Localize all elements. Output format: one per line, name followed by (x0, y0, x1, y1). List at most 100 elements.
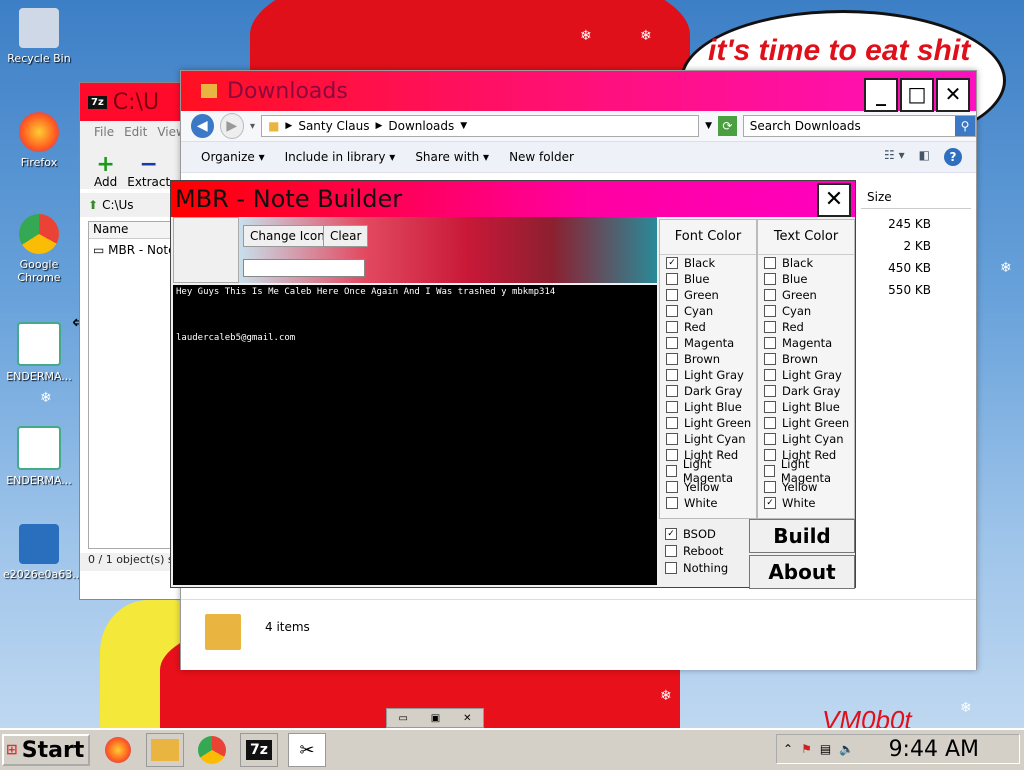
search-icon[interactable]: ⚲ (954, 116, 975, 136)
menu-edit[interactable]: Edit (124, 125, 147, 139)
change-icon-button[interactable]: Change Icon (243, 225, 332, 247)
minimize-button[interactable]: _ (864, 78, 898, 112)
checkbox[interactable] (764, 337, 776, 349)
desktop-icon-recycle-bin[interactable]: Recycle Bin (3, 8, 75, 65)
search-input[interactable]: Search Downloads ⚲ (742, 115, 976, 137)
checkbox[interactable] (764, 417, 776, 429)
checkbox[interactable] (764, 305, 776, 317)
font-color-option[interactable]: Light Magenta (660, 457, 756, 485)
font-color-option[interactable]: Green (660, 287, 756, 303)
checkbox[interactable] (666, 385, 678, 397)
checkbox[interactable] (764, 273, 776, 285)
restore-icon[interactable]: ▣ (431, 713, 440, 724)
checkbox[interactable] (764, 449, 776, 461)
font-color-option[interactable]: ✓ Black (660, 255, 756, 271)
action-option[interactable]: Reboot (659, 542, 747, 559)
help-icon[interactable]: ? (944, 148, 962, 166)
address-bar[interactable]: ■ ▶ Santy Claus ▶ Downloads ▼ (261, 115, 700, 137)
start-button[interactable]: ⊞ Start (2, 734, 90, 766)
text-color-option[interactable]: Magenta (758, 335, 854, 351)
chevron-up-icon[interactable]: ⌃ (783, 742, 793, 756)
font-color-option[interactable]: Dark Gray (660, 383, 756, 399)
up-folder-icon[interactable]: ⬆ (88, 198, 98, 212)
font-color-option[interactable]: Magenta (660, 335, 756, 351)
checkbox[interactable] (666, 465, 677, 477)
checkbox[interactable] (666, 321, 678, 333)
font-color-option[interactable]: Blue (660, 271, 756, 287)
refresh-button[interactable]: ⟳ (717, 116, 737, 136)
desktop-icon-firefox[interactable]: Firefox (3, 112, 75, 169)
checkbox[interactable] (764, 257, 776, 269)
close-icon[interactable]: ✕ (463, 713, 471, 724)
organize-button[interactable]: Organize ▾ (201, 150, 265, 164)
checkbox[interactable] (666, 433, 678, 445)
checkbox[interactable] (764, 401, 776, 413)
icon-path-input[interactable] (243, 259, 365, 277)
font-color-option[interactable]: White (660, 495, 756, 511)
checkbox[interactable] (666, 417, 678, 429)
taskbar-explorer[interactable] (146, 733, 184, 767)
minimize-icon[interactable]: ▭ (398, 713, 407, 724)
explorer-titlebar[interactable]: Downloads _ □ ✕ (181, 71, 976, 112)
checkbox[interactable] (666, 449, 678, 461)
checkbox[interactable] (666, 289, 678, 301)
checkbox[interactable]: ✓ (665, 527, 677, 540)
history-chevron-icon[interactable]: ▾ (250, 121, 255, 132)
checkbox[interactable] (666, 273, 678, 285)
font-color-option[interactable]: Red (660, 319, 756, 335)
clock[interactable]: 9:44 AM (889, 737, 979, 762)
checkbox[interactable] (764, 433, 776, 445)
font-color-option[interactable]: Light Cyan (660, 431, 756, 447)
checkbox[interactable] (764, 321, 776, 333)
text-color-option[interactable]: Dark Gray (758, 383, 854, 399)
text-color-option[interactable]: Cyan (758, 303, 854, 319)
checkbox[interactable] (666, 401, 678, 413)
desktop-icon-enderman-2[interactable]: ENDERMA... (3, 426, 75, 487)
checkbox[interactable] (764, 465, 775, 477)
checkbox[interactable] (665, 561, 677, 574)
checkbox[interactable] (764, 385, 776, 397)
include-in-library-button[interactable]: Include in library ▾ (285, 150, 396, 164)
about-button[interactable]: About (749, 555, 855, 589)
view-options-icon[interactable]: ☷ ▾ (884, 148, 905, 166)
desktop-icon-chrome[interactable]: Google Chrome (3, 214, 75, 284)
column-size[interactable]: Size (861, 184, 971, 209)
address-dropdown-icon[interactable]: ▼ (705, 121, 712, 131)
text-color-option[interactable]: Light Green (758, 415, 854, 431)
text-color-option[interactable]: ✓ White (758, 495, 854, 511)
checkbox[interactable] (764, 353, 776, 365)
font-color-option[interactable]: Light Green (660, 415, 756, 431)
checkbox[interactable] (764, 289, 776, 301)
checkbox[interactable] (665, 544, 677, 557)
new-folder-button[interactable]: New folder (509, 150, 574, 164)
font-color-option[interactable]: Cyan (660, 303, 756, 319)
maximize-button[interactable]: □ (900, 78, 934, 112)
mbr-titlebar[interactable]: MBR - Note Builder ✕ (171, 181, 855, 217)
text-color-option[interactable]: Light Gray (758, 367, 854, 383)
mbr-note-builder-window[interactable]: MBR - Note Builder ✕ Change Icon Clear H… (170, 180, 856, 589)
text-color-option[interactable]: Red (758, 319, 854, 335)
text-color-option[interactable]: Light Magenta (758, 457, 854, 485)
checkbox[interactable]: ✓ (666, 257, 678, 269)
security-icon[interactable]: ⚑ (801, 742, 812, 756)
clear-button[interactable]: Clear (323, 225, 369, 247)
checkbox[interactable] (666, 305, 678, 317)
checkbox[interactable] (666, 497, 678, 509)
checkbox[interactable] (764, 481, 776, 493)
desktop-icon-installer[interactable]: e2026e0a63... (3, 524, 83, 581)
action-option[interactable]: ✓ BSOD (659, 525, 747, 542)
chevron-down-icon[interactable]: ▼ (460, 121, 467, 131)
close-button[interactable]: ✕ (817, 183, 851, 217)
checkbox[interactable] (666, 369, 678, 381)
font-color-option[interactable]: Brown (660, 351, 756, 367)
share-with-button[interactable]: Share with ▾ (415, 150, 489, 164)
close-button[interactable]: ✕ (936, 78, 970, 112)
taskbar-firefox[interactable] (100, 734, 136, 766)
note-text-area[interactable]: Hey Guys This Is Me Caleb Here Once Agai… (173, 285, 657, 585)
taskbar-7zip[interactable]: 7z (240, 733, 278, 767)
build-button[interactable]: Build (749, 519, 855, 553)
breadcrumb-downloads[interactable]: Downloads (388, 119, 454, 133)
add-button[interactable]: + Add (94, 154, 117, 190)
preview-pane-icon[interactable]: ◧ (919, 148, 930, 166)
network-icon[interactable]: ▤ (820, 742, 831, 756)
